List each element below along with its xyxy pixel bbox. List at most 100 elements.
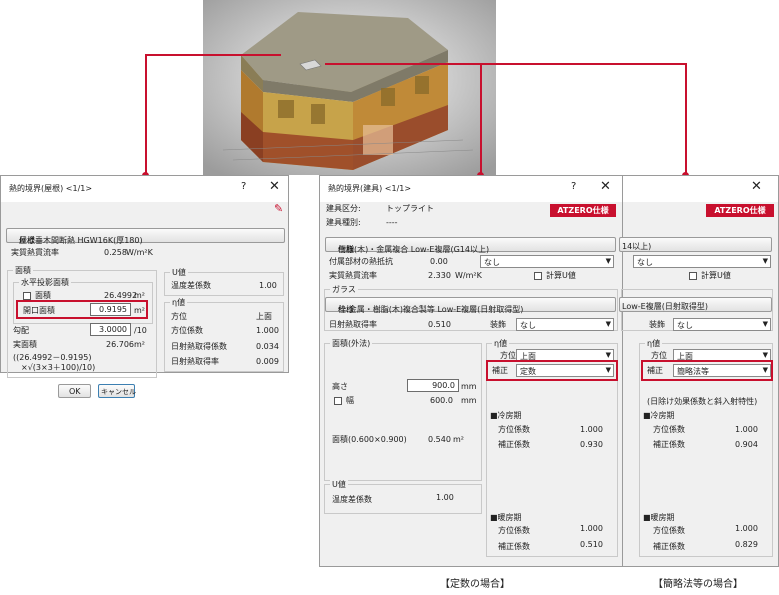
cooling-period-label: ■冷房期 (643, 411, 675, 420)
u-value-label: U値 (330, 479, 348, 490)
glass-group-label: ガラス (330, 284, 358, 295)
eta-value-label: η値 (492, 338, 510, 349)
cancel-button[interactable]: キャンセル (98, 384, 136, 398)
heating-correction-coef-value: 0.829 (735, 540, 758, 549)
fitting-type-label: 建具区分: (326, 204, 361, 213)
slope-input[interactable]: 3.0000 (90, 323, 131, 336)
jisshitsu-label: 実質熱貫流率 (11, 248, 59, 257)
solar-gain-coef-value: 0.034 (256, 342, 279, 351)
cooling-correction-coef-label: 補正係数 (498, 440, 530, 449)
cooling-direction-coef-value: 1.000 (580, 425, 603, 434)
area-group: 面積(外法) (324, 338, 482, 481)
u-value-label: U値 (170, 267, 188, 278)
calc-u-checkbox[interactable] (534, 272, 542, 280)
area-label: 面積(0.600×0.900) (332, 435, 407, 444)
effective-u-label: 実質熱貫流率 (329, 271, 377, 280)
glass-spec-value: 枠:金属・樹脂(木)複合製等 Low-E複層(日射取得型) (338, 305, 524, 314)
accessory-resistance-label: 付属部材の熱抵抗 (329, 257, 393, 266)
correction-note: (日除け効果係数と斜入射特性) (647, 397, 758, 406)
solar-gain-rate-value: 0.009 (256, 357, 279, 366)
spec-button[interactable]: 14以上) (619, 237, 772, 252)
cooling-direction-coef-label: 方位係数 (498, 425, 530, 434)
ok-button[interactable]: OK (58, 384, 91, 398)
actual-area-label: 実面積 (13, 340, 37, 349)
calc-u-checkbox[interactable] (689, 272, 697, 280)
heating-direction-coef-value: 1.000 (735, 524, 758, 533)
caption-constant: 【定数の場合】 (440, 579, 510, 590)
horizontal-projection-label: 水平投影面積 (19, 277, 71, 288)
close-button[interactable]: ✕ (600, 179, 611, 194)
area-group-label: 面積 (13, 265, 33, 276)
title-bar: ✕ (623, 176, 778, 202)
area-group-label: 面積(外法) (330, 338, 373, 349)
slope-label: 勾配 (13, 326, 29, 335)
cooling-direction-coef-label: 方位係数 (653, 425, 685, 434)
spec-value: 樹脂(木)・金属複合 Low-E複層(G14以上) (338, 245, 490, 254)
heating-correction-coef-value: 0.510 (580, 540, 603, 549)
direction-coef-label: 方位係数 (171, 326, 203, 335)
area-checkbox[interactable] (23, 292, 31, 300)
cooling-correction-coef-label: 補正係数 (653, 440, 685, 449)
cooling-period-label: ■冷房期 (490, 411, 522, 420)
connector-line (480, 63, 482, 176)
formula-line2: ×√(3×3＋100)/10) (21, 363, 96, 372)
atzero-badge: ATZERO仕様 (550, 204, 616, 217)
dialog-roof: 熱的境界(屋根) <1/1> ? ✕ ✎ 仕様 屋根垂木間断熱 HGW16K(厚… (0, 175, 289, 378)
glass-spec-button[interactable]: Low-E複層(日射取得型) (619, 297, 772, 312)
jisshitsu-value: 0.258 (104, 248, 127, 257)
direction-value: 上面 (256, 312, 272, 321)
highlight-box (641, 360, 773, 381)
actual-area-unit: m² (134, 340, 145, 349)
dialog-title: 熱的境界(建具) <1/1> (328, 184, 412, 193)
slope-unit: /10 (134, 326, 147, 335)
accessory-select[interactable]: なし ▼ (633, 255, 771, 268)
solar-gain-label: 日射熱取得率 (329, 320, 377, 329)
glass-spec-button[interactable]: 仕様 枠:金属・樹脂(木)複合製等 Low-E複層(日射取得型) (325, 297, 616, 314)
fitting-type-value: トップライト (386, 204, 434, 213)
decoration-label: 装飾 (490, 320, 506, 329)
formula-line1: ((26.4992－0.9195) (13, 353, 92, 362)
heating-correction-coef-label: 補正係数 (653, 542, 685, 551)
decoration-select[interactable]: なし ▼ (516, 318, 614, 331)
close-button[interactable]: ✕ (269, 179, 280, 194)
height-input[interactable]: 900.0 (407, 379, 459, 392)
width-checkbox[interactable] (334, 397, 342, 405)
connector-line (145, 54, 147, 176)
spec-button[interactable]: 仕様 樹脂(木)・金属複合 Low-E複層(G14以上) (325, 237, 616, 254)
width-value: 600.0 (430, 396, 453, 405)
eta-value-label: η値 (645, 338, 663, 349)
accessory-select[interactable]: なし ▼ (480, 255, 614, 268)
edit-pencil-icon[interactable]: ✎ (274, 202, 283, 215)
close-button[interactable]: ✕ (751, 179, 762, 194)
fitting-kind-value: ---- (386, 218, 398, 227)
area-value: 0.540 (428, 435, 451, 444)
solar-gain-rate-label: 日射熱取得率 (171, 357, 219, 366)
title-bar: 熱的境界(屋根) <1/1> ? ✕ (1, 176, 288, 202)
spec-value: 14以上) (622, 242, 652, 251)
temp-diff-value: 1.00 (436, 493, 454, 502)
cooling-correction-coef-value: 0.904 (735, 440, 758, 449)
glass-spec-value: Low-E複層(日射取得型) (622, 302, 708, 311)
heating-direction-coef-value: 1.000 (580, 524, 603, 533)
spec-button[interactable]: 仕様 屋根垂木間断熱 HGW16K(厚180) (6, 228, 285, 245)
decoration-select[interactable]: なし ▼ (673, 318, 771, 331)
effective-u-value: 2.330 (428, 271, 451, 280)
spec-value: 屋根垂木間断熱 HGW16K(厚180) (19, 236, 143, 245)
help-button[interactable]: ? (571, 181, 576, 192)
width-unit: mm (461, 396, 477, 405)
title-bar: 熱的境界(建具) <1/1> ? ✕ (320, 176, 622, 202)
highlight-box (486, 360, 618, 381)
heating-period-label: ■暖房期 (643, 513, 675, 522)
house-3d-view (203, 0, 496, 175)
help-button[interactable]: ? (241, 181, 246, 192)
effective-u-unit: W/m²K (455, 271, 482, 280)
direction-label: 方位 (171, 312, 187, 321)
connector-line (325, 63, 686, 65)
temp-diff-label: 温度差係数 (332, 495, 372, 504)
fitting-kind-label: 建具種別: (326, 218, 361, 227)
highlight-box (16, 300, 148, 319)
area-unit: m² (453, 435, 464, 444)
caption-simplified: 【簡略法等の場合】 (653, 579, 743, 590)
height-label: 高さ (332, 382, 348, 391)
temp-diff-value: 1.00 (259, 281, 277, 290)
